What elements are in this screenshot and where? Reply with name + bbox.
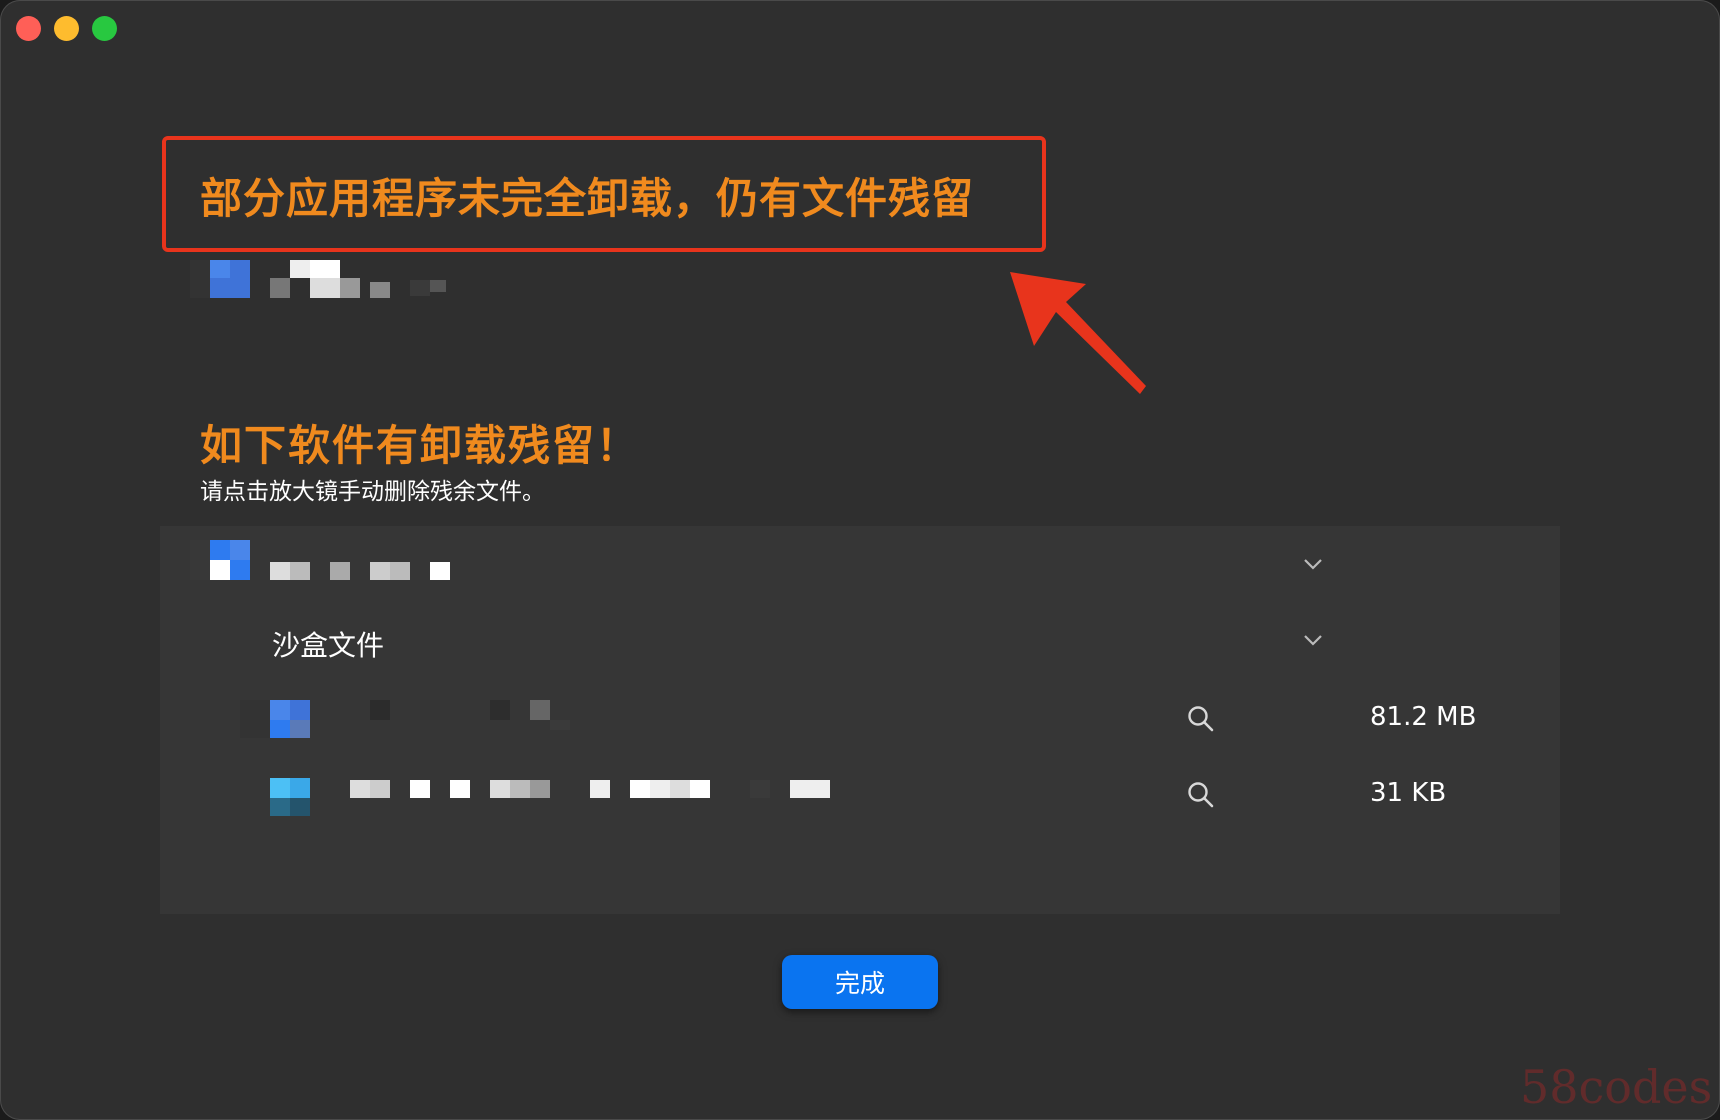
pixelated-file-row-1-name [240,700,570,738]
minimize-window-button[interactable] [54,16,79,41]
window-controls [16,16,117,41]
pixelated-file-row-2-name [240,778,830,816]
annotation-arrow-icon [1010,272,1146,394]
file-row-2-size: 31 KB [1370,778,1447,808]
uninstall-residue-window: 部分应用程序未完全卸载，仍有文件残留 如下软件有卸载残留！ 请点击放大镜手动删除… [0,0,1720,1120]
zoom-window-button[interactable] [92,16,117,41]
file-row-2-search-icon[interactable] [1186,780,1216,810]
pixelated-app-row-name [190,540,450,580]
residue-heading: 如下软件有卸载残留！ [200,421,641,470]
app-row-expand-chevron-icon[interactable] [1302,556,1324,572]
watermark: 58codes [1520,1060,1713,1114]
file-row-1-search-icon[interactable] [1186,704,1216,734]
sandbox-section-chevron-icon[interactable] [1302,632,1324,648]
pixelated-app-name-top [190,260,446,298]
annotation-callout-text: 部分应用程序未完全卸载，仍有文件残留 [200,174,975,223]
close-window-button[interactable] [16,16,41,41]
residue-instructions: 请点击放大镜手动删除残余文件。 [200,479,545,505]
sandbox-files-section-label: 沙盒文件 [272,629,385,662]
file-row-1-size: 81.2 MB [1370,702,1477,732]
done-button[interactable]: 完成 [782,955,938,1009]
